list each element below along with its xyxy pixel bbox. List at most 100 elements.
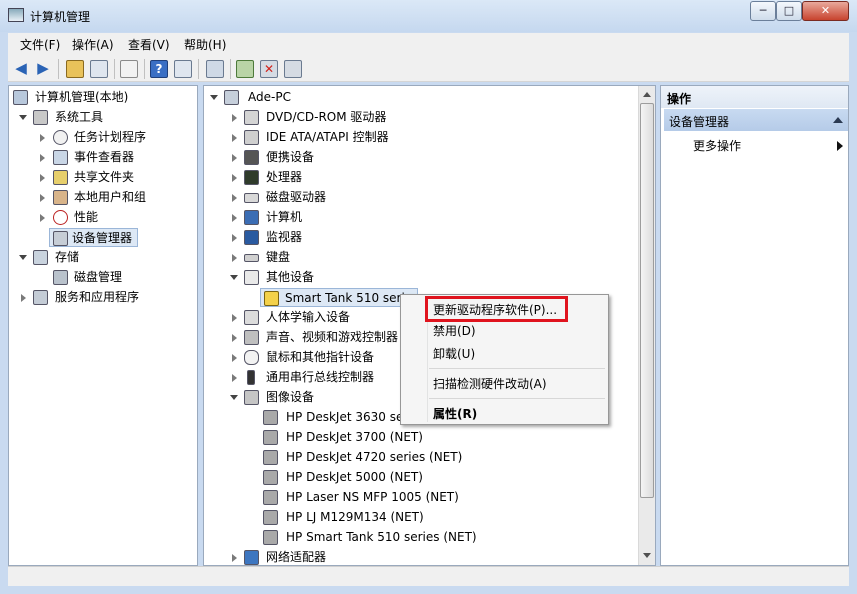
printer-icon (263, 450, 278, 465)
properties-icon[interactable] (120, 60, 138, 78)
scroll-down-icon[interactable] (643, 553, 651, 558)
collapse-icon[interactable] (19, 115, 27, 120)
printer-icon (263, 530, 278, 545)
expand-icon[interactable] (232, 154, 237, 162)
expand-icon[interactable] (232, 334, 237, 342)
tools-icon (33, 110, 48, 125)
toolbar: ◀ ▶ ? ✕ (8, 55, 849, 82)
menu-item-uninstall[interactable]: 卸载(U) (433, 345, 475, 363)
uninstall-icon[interactable]: ✕ (260, 60, 278, 78)
action-pane-icon[interactable] (174, 60, 192, 78)
expand-icon[interactable] (232, 134, 237, 142)
computer-icon (224, 90, 239, 105)
title-bar: 计算机管理 ─ □ ✕ (0, 0, 857, 32)
collapse-icon[interactable] (230, 395, 238, 400)
status-bar (8, 566, 849, 586)
close-button[interactable]: ✕ (802, 1, 849, 21)
device-smart-tank[interactable]: Smart Tank 510 series (260, 288, 418, 307)
minimize-button[interactable]: ─ (750, 1, 776, 21)
computer-icon (244, 210, 259, 225)
more-actions-item[interactable]: 更多操作 (693, 137, 843, 155)
menu-item-scan[interactable]: 扫描检测硬件改动(A) (433, 375, 547, 393)
menu-help[interactable]: 帮助(H) (184, 36, 226, 53)
actions-title: 操作 (661, 86, 848, 108)
vertical-scrollbar[interactable] (638, 86, 655, 565)
collapse-icon[interactable] (19, 255, 27, 260)
up-folder-icon[interactable] (66, 60, 84, 78)
imaging-icon (244, 390, 259, 405)
menu-view[interactable]: 查看(V) (128, 36, 170, 53)
menu-item-properties[interactable]: 属性(R) (433, 405, 477, 423)
monitor-icon (244, 230, 259, 245)
keyboard-icon (244, 254, 259, 262)
forward-icon[interactable]: ▶ (34, 60, 52, 78)
expand-icon[interactable] (40, 194, 45, 202)
computer-management-icon (8, 8, 24, 22)
printer-icon (263, 490, 278, 505)
warning-device-icon (264, 291, 279, 306)
expand-icon[interactable] (40, 214, 45, 222)
usb-icon (247, 370, 255, 385)
dvd-icon (244, 110, 259, 125)
collapse-icon[interactable] (210, 95, 218, 100)
expand-icon[interactable] (232, 174, 237, 182)
device-manager-icon (53, 231, 68, 246)
clock-icon (53, 130, 68, 145)
cpu-icon (244, 170, 259, 185)
menu-file[interactable]: 文件(F) (20, 36, 60, 53)
printer-icon (263, 410, 278, 425)
other-devices-icon (244, 270, 259, 285)
expand-icon[interactable] (232, 314, 237, 322)
printer-icon (263, 470, 278, 485)
expand-icon[interactable] (232, 374, 237, 382)
expand-icon[interactable] (232, 554, 237, 562)
performance-icon (53, 210, 68, 225)
scroll-thumb[interactable] (640, 103, 654, 498)
submenu-arrow-icon (837, 141, 843, 151)
actions-pane: 操作 设备管理器 更多操作 (660, 85, 849, 566)
printer-icon (263, 430, 278, 445)
tree-node-device-manager[interactable]: 设备管理器 (49, 228, 138, 247)
maximize-button[interactable]: □ (776, 1, 802, 21)
collapse-icon[interactable] (230, 275, 238, 280)
ide-icon (244, 130, 259, 145)
show-hide-tree-icon[interactable] (90, 60, 108, 78)
highlight-box (425, 296, 568, 322)
printer-icon (263, 510, 278, 525)
hid-icon (244, 310, 259, 325)
window-title: 计算机管理 (30, 10, 91, 24)
expand-icon[interactable] (40, 134, 45, 142)
disable-device-icon[interactable] (284, 60, 302, 78)
expand-icon[interactable] (40, 154, 45, 162)
back-icon[interactable]: ◀ (12, 60, 30, 78)
scan-hardware-icon[interactable] (206, 60, 224, 78)
update-driver-icon[interactable] (236, 60, 254, 78)
scroll-up-icon[interactable] (643, 92, 651, 97)
menu-bar: 文件(F) 操作(A) 查看(V) 帮助(H) (8, 33, 849, 55)
expand-icon[interactable] (40, 174, 45, 182)
collapse-up-icon[interactable] (833, 117, 843, 123)
services-icon (33, 290, 48, 305)
portable-icon (244, 150, 259, 165)
event-viewer-icon (53, 150, 68, 165)
expand-icon[interactable] (232, 214, 237, 222)
network-icon (244, 550, 259, 565)
storage-icon (33, 250, 48, 265)
expand-icon[interactable] (232, 254, 237, 262)
disk-icon (244, 193, 259, 203)
disk-management-icon (53, 270, 68, 285)
expand-icon[interactable] (232, 194, 237, 202)
mouse-icon (244, 350, 259, 365)
console-tree-pane: 计算机管理(本地) 系统工具 任务计划程序 事件查看器 共享文件夹 本地用户和组… (8, 85, 198, 566)
shared-folder-icon (53, 170, 68, 185)
expand-icon[interactable] (21, 294, 26, 302)
menu-action[interactable]: 操作(A) (72, 36, 114, 53)
expand-icon[interactable] (232, 234, 237, 242)
expand-icon[interactable] (232, 114, 237, 122)
computer-management-icon (13, 90, 28, 105)
sound-icon (244, 330, 259, 345)
expand-icon[interactable] (232, 354, 237, 362)
actions-section-device-manager[interactable]: 设备管理器 (664, 109, 848, 131)
menu-item-disable[interactable]: 禁用(D) (433, 322, 476, 340)
help-icon[interactable]: ? (150, 60, 168, 78)
